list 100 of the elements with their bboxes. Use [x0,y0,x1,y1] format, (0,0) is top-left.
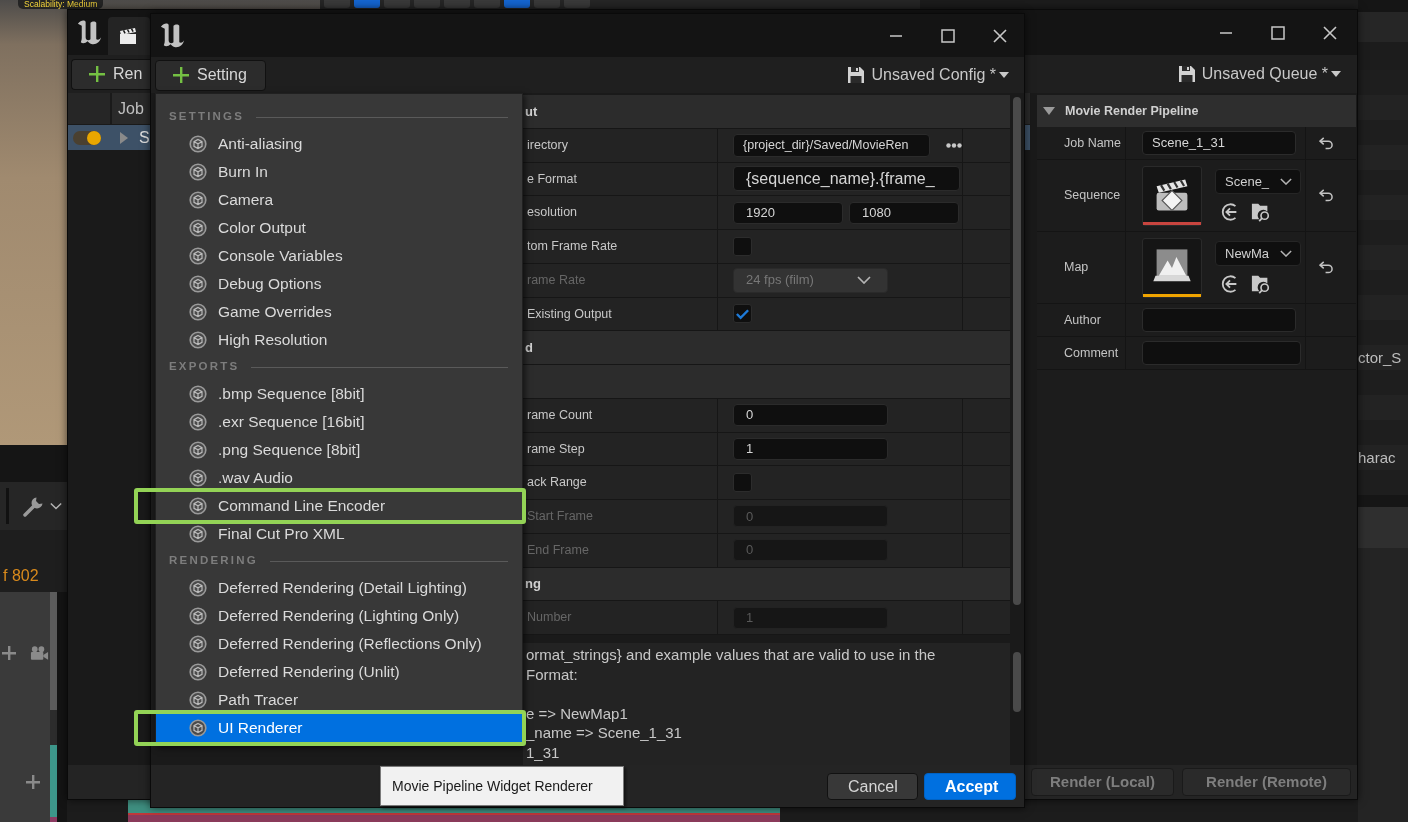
property-label: Number [527,609,572,627]
property-label: Existing Output [527,305,612,323]
timeline-scrollbar[interactable] [50,592,57,822]
folder-search-icon[interactable] [1251,202,1271,222]
reset-arrow-icon[interactable] [1319,136,1334,150]
add-render-button[interactable]: Ren [71,58,150,90]
caret-icon [1331,71,1341,77]
cube-icon [189,663,207,681]
caret-right-icon[interactable] [120,131,128,144]
cube-icon [189,719,207,737]
property-label: rame Count [527,406,593,424]
section-header[interactable]: ng [523,567,1010,602]
dialog-button[interactable]: Accept [924,773,1016,800]
plus-icon[interactable] [26,775,40,789]
sequence-tab[interactable] [108,17,150,55]
menu-item[interactable]: Deferred Rendering (Lighting Only) [156,602,522,630]
enable-toggle[interactable] [73,130,101,145]
text-field[interactable] [1142,308,1296,332]
scrollbar-thumb[interactable] [1013,97,1021,605]
cube-icon [189,331,207,349]
plus-icon[interactable] [2,646,16,660]
cube-icon [189,497,207,515]
menu-item[interactable]: Camera [156,186,522,214]
dialog-button[interactable]: Cancel [827,773,918,800]
menu-item[interactable]: Game Overrides [156,298,522,326]
maximize-icon[interactable] [1271,25,1285,40]
reset-arrow-icon[interactable] [1319,189,1334,202]
plus-icon [89,66,105,82]
asset-dropdown[interactable]: Scene_ [1215,169,1301,194]
checkbox[interactable] [733,304,752,324]
menu-item[interactable]: Path Tracer [156,686,522,714]
number-field[interactable]: 1 [733,437,888,460]
scalability-label: Scalability: Medium [18,0,104,9]
add-setting-button[interactable]: Setting [155,59,266,91]
close-icon[interactable] [1323,25,1337,40]
menu-item[interactable]: Deferred Rendering (Unlit) [156,658,522,686]
chevron-down-icon[interactable] [50,502,62,510]
section-title: Movie Render Pipeline [1065,102,1199,120]
config-menu[interactable]: Unsaved Config * [848,63,1009,87]
clapperboard-icon [118,26,138,46]
cube-icon [189,385,207,403]
menu-item[interactable]: Console Variables [156,242,522,270]
section-title: RENDERING [169,553,258,569]
section-title: EXPORTS [169,359,240,375]
menu-item[interactable]: .wav Audio [156,464,522,492]
outliner-row[interactable]: harac [1358,445,1408,470]
section-header[interactable]: Movie Render Pipeline [1037,95,1356,127]
text-field[interactable]: {project_dir}/Saved/MovieRen [733,133,930,157]
number-field[interactable]: 1920 [733,201,843,224]
cube-icon [189,303,207,321]
cube-icon [189,635,207,653]
video-camera-icon [30,645,49,661]
checkbox[interactable] [733,236,752,256]
menu-item[interactable]: .exr Sequence [16bit] [156,408,522,436]
ellipsis-icon[interactable] [946,142,962,148]
cube-icon [189,247,207,265]
chevron-down-icon [857,276,871,285]
menu-item[interactable]: High Resolution [156,326,522,354]
asset-thumbnail[interactable] [1142,165,1202,226]
section-header[interactable]: ut [523,95,1010,129]
menu-item[interactable]: .png Sequence [8bit] [156,436,522,464]
menu-item[interactable]: Color Output [156,214,522,242]
chevron-down-icon [1280,178,1292,185]
section-title: d [525,338,533,357]
cube-icon [189,441,207,459]
property-label: End Frame [527,541,589,559]
property-label: Job Name [1064,134,1121,152]
folder-search-icon[interactable] [1251,274,1271,294]
asset-thumbnail[interactable] [1142,237,1202,298]
menu-item[interactable]: Final Cut Pro XML [156,520,522,548]
menu-item[interactable]: .bmp Sequence [8bit] [156,380,522,408]
asset-dropdown[interactable]: NewMa [1215,241,1301,266]
checkbox[interactable] [733,473,752,493]
close-icon[interactable] [993,28,1007,43]
collapse-triangle-icon[interactable] [1043,107,1055,115]
outliner-row[interactable]: ctor_S [1358,345,1408,370]
property-label: Sequence [1064,187,1121,205]
plus-icon [173,67,189,83]
scrollbar-thumb[interactable] [1013,652,1021,712]
section-header[interactable]: d [523,331,1010,365]
cube-icon [189,691,207,709]
reset-arrow-icon[interactable] [1319,261,1334,274]
menu-item[interactable]: Debug Options [156,270,522,298]
menu-item[interactable]: Anti-aliasing [156,130,522,158]
text-field[interactable]: {sequence_name}.{frame_ [733,166,960,192]
menu-item[interactable]: UI Renderer [156,714,522,742]
queue-menu[interactable]: Unsaved Queue * [1178,62,1341,86]
property-label: ack Range [527,474,587,492]
menu-item[interactable]: Burn In [156,158,522,186]
number-field[interactable]: 0 [733,404,888,427]
description-text: e => NewMap1 _name => Scene_1_31 1_31 [526,703,683,762]
number-field[interactable]: 1080 [849,201,959,224]
text-field[interactable] [1142,341,1301,365]
cube-icon [189,275,207,293]
maximize-icon[interactable] [941,28,955,43]
menu-item[interactable]: Deferred Rendering (Detail Lighting) [156,574,522,602]
menu-item[interactable]: Deferred Rendering (Reflections Only) [156,630,522,658]
property-label: tom Frame Rate [527,238,618,255]
caret-icon [999,72,1009,78]
text-field[interactable]: Scene_1_31 [1142,131,1296,155]
